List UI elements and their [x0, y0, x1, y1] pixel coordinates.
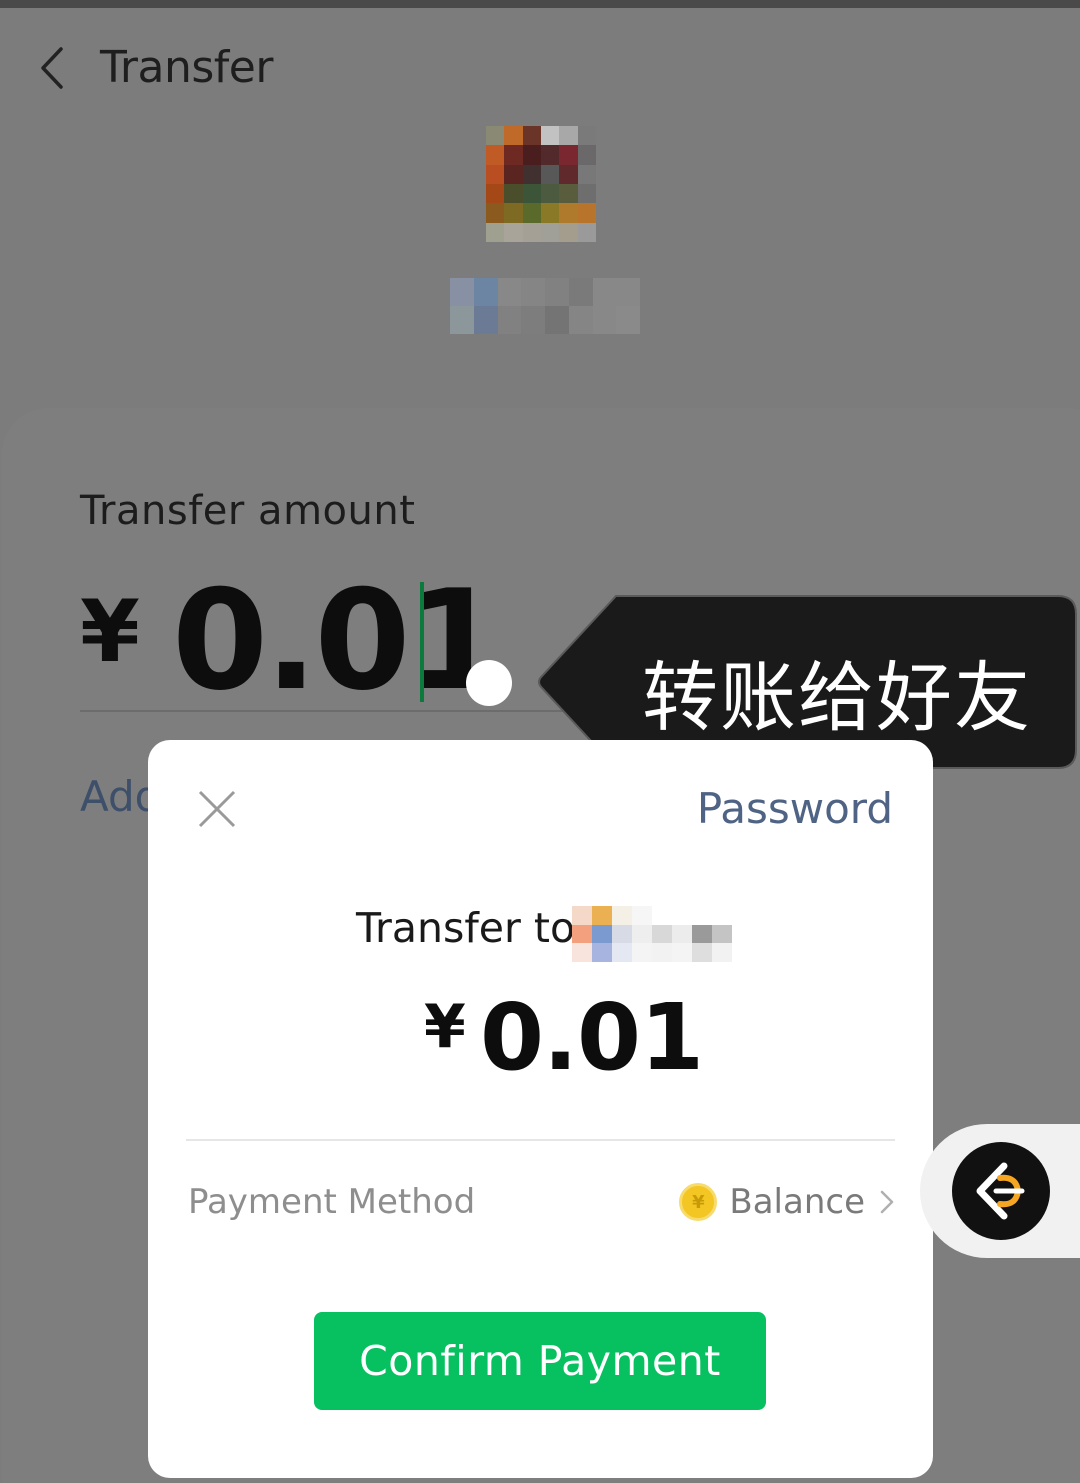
- chevron-right-icon: [880, 1190, 894, 1214]
- text-caret: [420, 582, 424, 702]
- currency-symbol: ¥: [80, 582, 140, 682]
- payment-dialog: Password Transfer to ¥ 0.01 Payment Meth…: [148, 740, 933, 1478]
- close-icon: [198, 790, 236, 828]
- floating-assistant-button[interactable]: [920, 1124, 1080, 1258]
- payment-method-label: Payment Method: [188, 1182, 476, 1222]
- tooltip-text: 转账给好友: [642, 653, 1032, 742]
- amount-underline: [80, 710, 580, 712]
- top-bar: Transfer: [0, 8, 1080, 128]
- dialog-currency-symbol: ¥: [424, 992, 466, 1062]
- payment-method-selector[interactable]: ¥ Balance: [679, 1180, 895, 1224]
- divider: [186, 1139, 895, 1141]
- transfer-amount-label: Transfer amount: [80, 488, 416, 534]
- chevron-left-icon: [41, 47, 63, 89]
- tooltip-anchor-dot: [466, 660, 512, 706]
- payment-method-value: Balance: [729, 1182, 865, 1222]
- recipient-name-pixelated-small: [572, 906, 752, 962]
- recipient-avatar[interactable]: [486, 126, 596, 242]
- coin-glyph: ¥: [692, 1191, 705, 1213]
- recipient-name-pixelated: [450, 278, 640, 334]
- yuan-coin-icon: ¥: [679, 1183, 718, 1221]
- confirm-payment-button[interactable]: Confirm Payment: [314, 1312, 766, 1410]
- transfer-to-label: Transfer to: [356, 904, 576, 952]
- confirm-payment-label: Confirm Payment: [359, 1337, 721, 1385]
- amount-value: 0.01: [172, 560, 503, 721]
- add-note-link[interactable]: Add: [80, 772, 148, 821]
- assistant-logo-glyph: [976, 1162, 1025, 1220]
- page-title: Transfer: [100, 42, 273, 93]
- close-button[interactable]: [192, 784, 242, 834]
- password-link[interactable]: Password: [697, 784, 893, 833]
- dialog-amount-value: 0.01: [480, 984, 704, 1091]
- assistant-logo-icon: [952, 1142, 1050, 1240]
- back-button[interactable]: [24, 40, 80, 96]
- status-bar: [0, 0, 1080, 8]
